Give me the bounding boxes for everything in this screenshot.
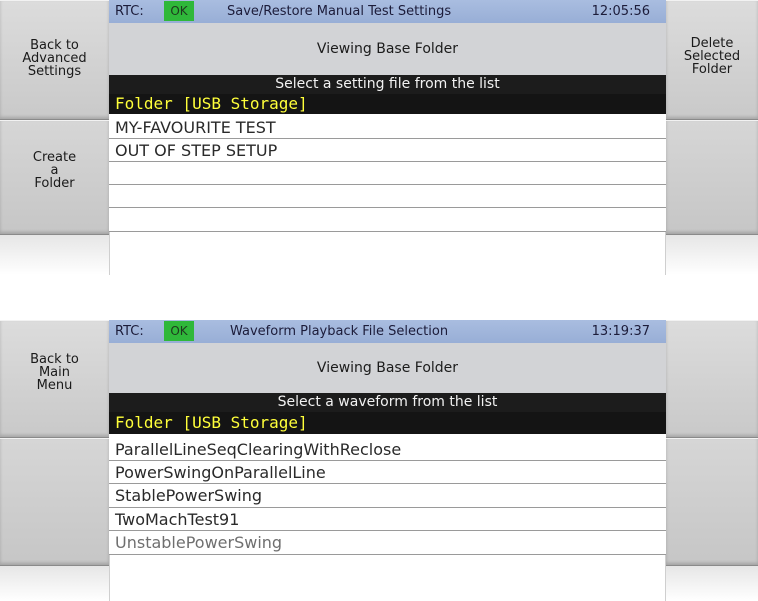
delete-folder-label: Delete Selected Folder — [683, 36, 741, 77]
file-list-item[interactable]: PowerSwingOnParallelLine — [109, 461, 666, 484]
rtc-label: RTC: — [115, 4, 144, 19]
viewing-folder-label: Viewing Base Folder — [109, 23, 666, 75]
back-to-advanced-settings-button[interactable]: Back to Advanced Settings — [0, 0, 109, 120]
viewing-folder-label: Viewing Base Folder — [109, 343, 666, 393]
status-header: RTC: OK Save/Restore Manual Test Setting… — [109, 0, 666, 23]
settings-file-screen: Back to Advanced Settings Create a Folde… — [0, 0, 758, 275]
settings-file-panel: RTC: OK Save/Restore Manual Test Setting… — [109, 0, 666, 275]
left-panel-reflection — [0, 235, 109, 275]
list-prompt: Select a setting file from the list — [109, 75, 666, 94]
left-empty-softkey[interactable] — [0, 438, 109, 566]
list-reflection — [109, 555, 666, 601]
folder-usb-storage[interactable]: Folder [USB Storage] — [109, 412, 666, 434]
file-list-item[interactable]: MY-FAVOURITE TEST — [109, 117, 666, 139]
back-button-label: Back to Advanced Settings — [22, 38, 87, 79]
delete-selected-folder-button[interactable]: Delete Selected Folder — [666, 0, 758, 120]
list-reflection — [109, 232, 666, 275]
rtc-status-badge: OK — [164, 1, 194, 21]
file-list-item[interactable]: UnstablePowerSwing — [109, 531, 666, 555]
file-list-item[interactable]: StablePowerSwing — [109, 484, 666, 508]
waveform-file-panel: RTC: OK Waveform Playback File Selection… — [109, 320, 666, 601]
right-panel-reflection — [666, 566, 758, 601]
file-list-item[interactable] — [109, 208, 666, 232]
folder-usb-storage[interactable]: Folder [USB Storage] — [109, 94, 666, 114]
screen-title: Save/Restore Manual Test Settings — [227, 4, 452, 19]
rtc-label: RTC: — [115, 324, 144, 339]
status-header: RTC: OK Waveform Playback File Selection… — [109, 320, 666, 343]
left-panel-reflection — [0, 566, 109, 601]
screen-title: Waveform Playback File Selection — [230, 324, 449, 339]
file-list-item[interactable]: TwoMachTest91 — [109, 508, 666, 531]
clock: 12:05:56 — [591, 4, 650, 19]
back-button-label: Back to Main Menu — [30, 352, 79, 393]
clock: 13:19:37 — [591, 324, 650, 339]
right-empty-softkey[interactable] — [666, 120, 758, 235]
back-to-main-menu-button[interactable]: Back to Main Menu — [0, 320, 109, 438]
list-prompt: Select a waveform from the list — [109, 393, 666, 412]
waveform-file-screen: Back to Main Menu RTC: OK Waveform Playb… — [0, 320, 758, 601]
right-panel-reflection — [666, 235, 758, 275]
file-list-item[interactable]: ParallelLineSeqClearingWithReclose — [109, 438, 666, 461]
right-empty-softkey-top[interactable] — [666, 320, 758, 438]
create-folder-label: Create a Folder — [32, 150, 77, 191]
file-list-item[interactable]: OUT OF STEP SETUP — [109, 139, 666, 162]
create-folder-button[interactable]: Create a Folder — [0, 120, 109, 235]
file-list-item[interactable] — [109, 162, 666, 185]
file-list-item[interactable] — [109, 185, 666, 208]
right-empty-softkey-bottom[interactable] — [666, 438, 758, 566]
rtc-status-badge: OK — [164, 321, 194, 341]
